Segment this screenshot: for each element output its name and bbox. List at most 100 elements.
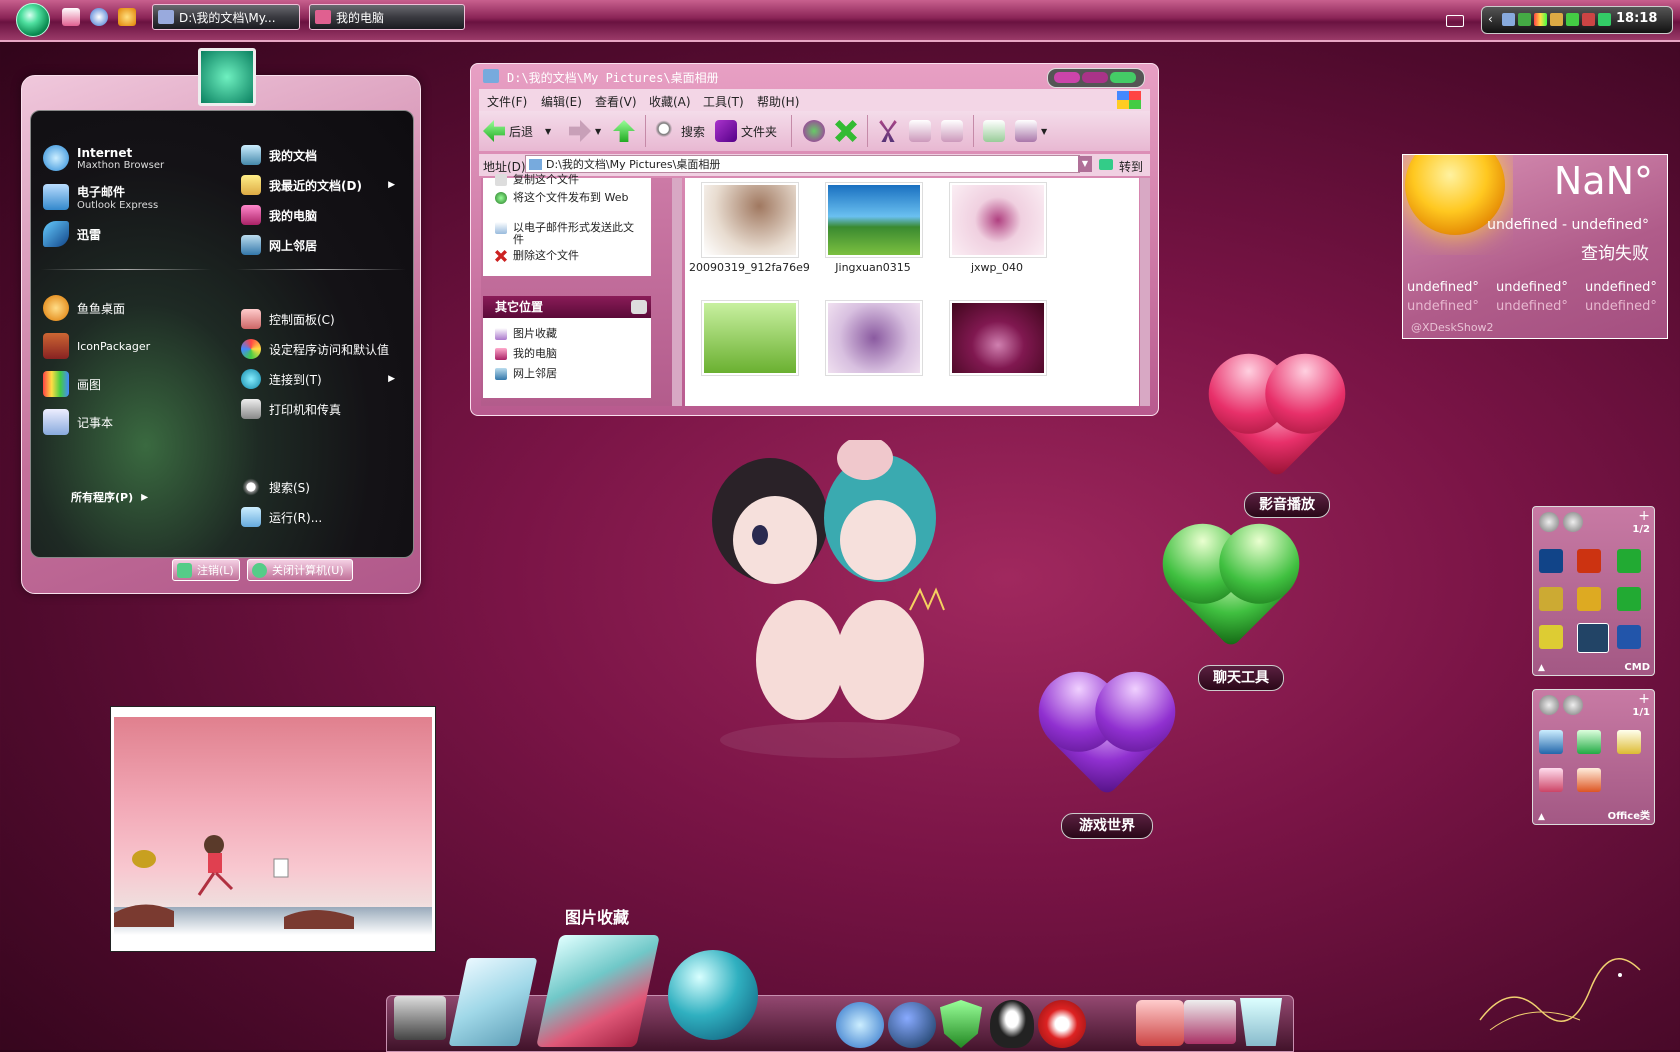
properties-button[interactable] <box>983 117 1005 145</box>
messenger-quicklaunch-icon[interactable] <box>118 8 136 26</box>
heart-games-label[interactable]: 游戏世界 <box>1061 813 1153 839</box>
place-my-pictures[interactable]: 图片收藏 <box>495 328 557 340</box>
app-switch-icon[interactable] <box>1617 587 1641 611</box>
collapse-toggle-icon[interactable] <box>631 300 647 314</box>
minimize-button[interactable] <box>1054 72 1080 83</box>
start-item-recent-documents[interactable]: 我最近的文档(D) ▶ <box>241 175 401 195</box>
dock-internet-globe-icon[interactable] <box>668 950 758 1040</box>
dock-qq-penguin-icon[interactable] <box>990 1000 1034 1048</box>
up-folder-button[interactable] <box>613 117 635 145</box>
copy-button[interactable] <box>909 117 931 145</box>
color-tray-icon[interactable] <box>1534 13 1547 26</box>
start-item-my-computer[interactable]: 我的电脑 <box>241 205 401 225</box>
user-avatar[interactable] <box>198 48 256 106</box>
app-lock-icon[interactable] <box>1539 625 1563 649</box>
views-button[interactable]: ▼ <box>1015 117 1047 145</box>
app-power-icon[interactable] <box>1577 587 1601 611</box>
search-button[interactable]: 搜索 <box>655 117 705 145</box>
shutdown-button[interactable]: 关闭计算机(U) <box>247 559 353 581</box>
heart-media-label[interactable]: 影音播放 <box>1244 492 1330 518</box>
file-view-scrollbar[interactable] <box>1140 178 1150 406</box>
dock-google-earth-icon[interactable] <box>888 1002 936 1048</box>
logoff-button[interactable]: 注销(L) <box>172 559 240 581</box>
task-copy-file[interactable]: 复制这个文件 <box>495 174 579 186</box>
delete-button[interactable] <box>835 117 857 145</box>
heart-media-icon[interactable] <box>1220 365 1334 479</box>
dock-monitor-icon[interactable] <box>394 996 446 1040</box>
menu-file[interactable]: 文件(F) <box>487 93 527 110</box>
back-button[interactable]: 后退 ▼ <box>483 117 551 145</box>
folders-button[interactable]: 文件夹 <box>715 117 777 145</box>
tray-clock[interactable]: 18:18 <box>1616 11 1657 26</box>
chevron-up-icon[interactable]: ▲ <box>1538 663 1545 673</box>
excel-icon[interactable] <box>1577 730 1601 754</box>
app-tray-icon[interactable] <box>1582 13 1595 26</box>
start-item-search[interactable]: 搜索(S) <box>241 477 401 497</box>
shield-tray-icon[interactable] <box>1598 13 1611 26</box>
go-button[interactable]: 转到 <box>1099 158 1143 175</box>
task-delete-file[interactable]: 删除这个文件 <box>495 250 579 262</box>
menu-help[interactable]: 帮助(H) <box>757 93 799 110</box>
maximize-button[interactable] <box>1082 72 1108 83</box>
file-thumbnail[interactable] <box>949 182 1047 258</box>
address-dropdown[interactable]: ▼ <box>1078 156 1092 172</box>
start-item-paint[interactable]: 画图 <box>43 371 101 397</box>
network-tray-icon[interactable] <box>1502 13 1515 26</box>
app-key-icon[interactable] <box>1539 587 1563 611</box>
app-run-icon[interactable] <box>1617 625 1641 649</box>
start-item-fish-desktop[interactable]: 鱼鱼桌面 <box>43 295 125 321</box>
start-item-iconpackager[interactable]: IconPackager <box>43 333 150 359</box>
dock-settings-icon[interactable] <box>1136 1000 1184 1046</box>
heart-chat-label[interactable]: 聊天工具 <box>1198 665 1284 691</box>
outlook-icon[interactable] <box>1617 730 1641 754</box>
undo-button[interactable] <box>803 117 825 145</box>
taskbar-task-my-computer[interactable]: 我的电脑 <box>309 4 465 30</box>
prev-page-button[interactable] <box>1539 512 1559 532</box>
wallpaper-preview[interactable] <box>110 706 436 952</box>
start-item-run[interactable]: 运行(R)... <box>241 507 401 527</box>
cut-button[interactable] <box>877 117 899 145</box>
menu-tools[interactable]: 工具(T) <box>703 93 744 110</box>
close-button[interactable] <box>1110 72 1136 83</box>
taskbar-task-explorer[interactable]: D:\我的文档\My... <box>152 4 300 30</box>
green-tray-icon[interactable] <box>1566 13 1579 26</box>
chevron-up-icon[interactable]: ▲ <box>1538 812 1545 822</box>
word-icon[interactable] <box>1539 730 1563 754</box>
powerpoint-icon[interactable] <box>1577 768 1601 792</box>
task-pane-scrollbar[interactable] <box>672 178 682 406</box>
monitor-tray-icon[interactable] <box>1518 13 1531 26</box>
start-item-program-defaults[interactable]: 设定程序访问和默认值 <box>241 339 411 359</box>
keyboard-icon[interactable] <box>1446 15 1464 27</box>
dock-display-icon[interactable] <box>1184 1000 1236 1044</box>
start-item-connect-to[interactable]: 连接到(T) ▶ <box>241 369 401 389</box>
file-thumbnail[interactable] <box>701 182 799 258</box>
paste-button[interactable] <box>941 117 963 145</box>
place-network[interactable]: 网上邻居 <box>495 368 557 380</box>
app-info-icon[interactable] <box>1577 549 1601 573</box>
file-thumbnail[interactable] <box>825 300 923 376</box>
weather-widget[interactable]: NaN° undefined - undefined° 查询失败 undefin… <box>1402 154 1668 339</box>
start-item-notepad[interactable]: 记事本 <box>43 409 113 435</box>
start-item-network-places[interactable]: 网上邻居 <box>241 235 401 255</box>
heart-games-icon[interactable] <box>1050 683 1164 797</box>
file-thumbnail[interactable] <box>701 300 799 376</box>
task-email-file[interactable]: 以电子邮件形式发送此文件 <box>495 222 635 246</box>
forward-button[interactable]: ▼ <box>569 117 601 145</box>
ie-quicklaunch-icon[interactable] <box>90 8 108 26</box>
next-page-button[interactable] <box>1563 695 1583 715</box>
tray-expand-icon[interactable]: ‹ <box>1488 12 1493 26</box>
start-item-my-documents[interactable]: 我的文档 <box>241 145 401 165</box>
add-icon[interactable]: + <box>1638 691 1650 707</box>
other-places-header[interactable]: 其它位置 <box>483 296 651 318</box>
start-item-printers[interactable]: 打印机和传真 <box>241 399 401 419</box>
access-icon[interactable] <box>1539 768 1563 792</box>
start-item-xunlei[interactable]: 迅雷 <box>43 221 101 247</box>
speaker-tray-icon[interactable] <box>1550 13 1563 26</box>
dock-g-app-icon[interactable] <box>1038 1000 1086 1048</box>
prev-page-button[interactable] <box>1539 695 1559 715</box>
app-check-icon[interactable] <box>1539 549 1563 573</box>
task-publish-web[interactable]: 将这个文件发布到 Web <box>495 192 635 204</box>
menu-edit[interactable]: 编辑(E) <box>541 93 582 110</box>
heart-chat-icon[interactable] <box>1174 535 1288 649</box>
address-input[interactable]: D:\我的文档\My Pictures\桌面相册 <box>525 155 1080 173</box>
